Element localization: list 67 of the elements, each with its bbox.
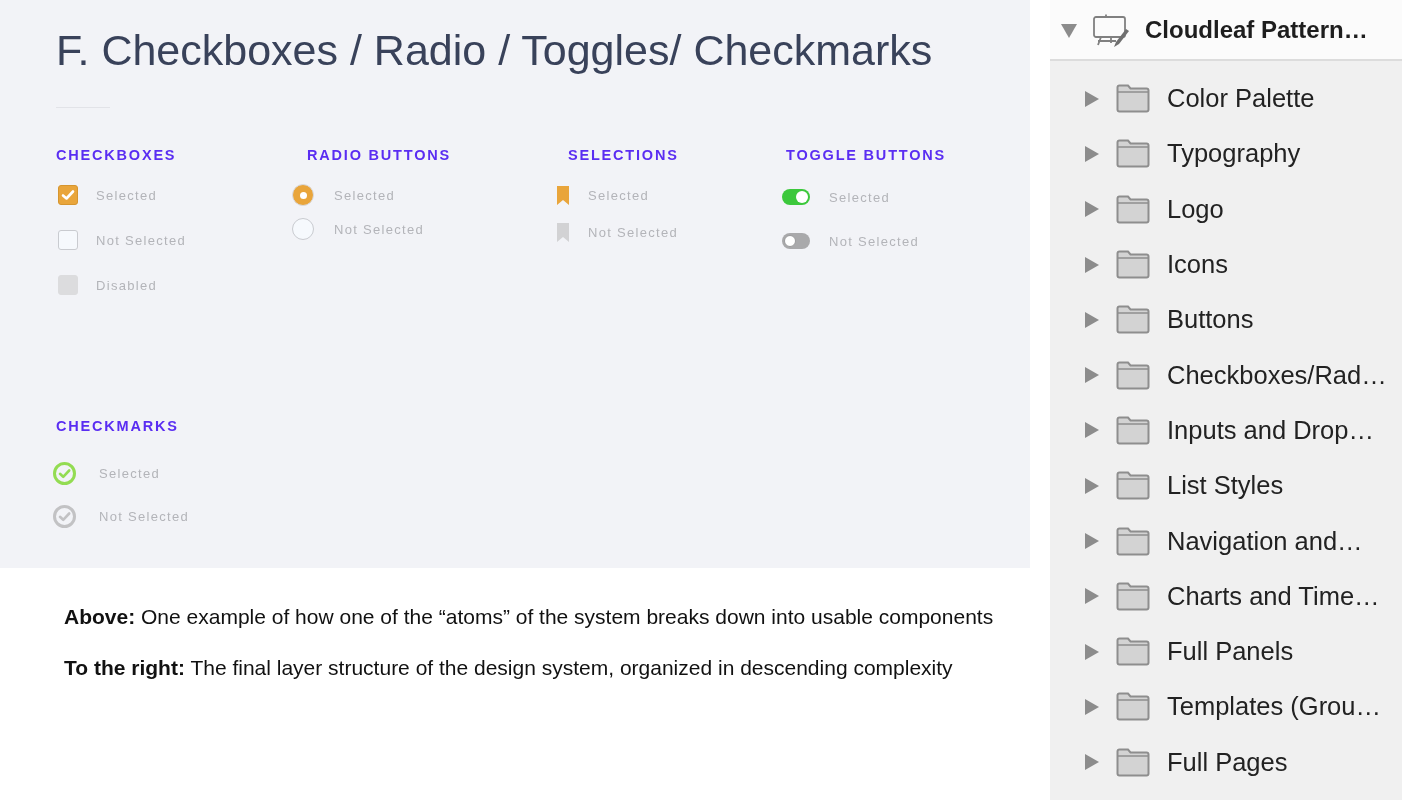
layer-label[interactable]: Logo bbox=[1167, 194, 1224, 224]
caret-right-icon[interactable] bbox=[1084, 89, 1100, 108]
option-label: Not Selected bbox=[96, 232, 187, 248]
section-heading: SELECTIONS bbox=[568, 146, 680, 164]
folder-icon bbox=[1116, 692, 1150, 722]
option-label: Selected bbox=[588, 187, 649, 203]
folder-icon bbox=[1116, 84, 1150, 114]
option-label: Disabled bbox=[96, 277, 157, 293]
section-heading: RADIO BUTTONS bbox=[307, 146, 452, 164]
folder-icon bbox=[1116, 360, 1150, 390]
layer-label[interactable]: Full Pages bbox=[1167, 747, 1288, 777]
caret-right-icon[interactable] bbox=[1084, 144, 1100, 163]
layer-label[interactable]: Color Palette bbox=[1167, 84, 1315, 114]
checkbox[interactable] bbox=[58, 230, 78, 250]
caret-right-icon[interactable] bbox=[1084, 421, 1100, 440]
caption-text: To the right: The final layer structure of the design system, organized in descending complexity bbox=[64, 655, 954, 681]
folder-icon bbox=[1116, 581, 1150, 611]
layer-label[interactable]: Charts and Time… bbox=[1167, 581, 1380, 611]
caret-right-icon[interactable] bbox=[1084, 310, 1100, 329]
option-label: Not Selected bbox=[334, 221, 425, 237]
checkbox[interactable] bbox=[58, 185, 78, 205]
caret-right-icon[interactable] bbox=[1084, 753, 1100, 772]
caret-right-icon[interactable] bbox=[1084, 366, 1100, 385]
layer-label[interactable]: List Styles bbox=[1167, 471, 1284, 501]
folder-icon bbox=[1116, 526, 1150, 556]
caret-right-icon[interactable] bbox=[1084, 697, 1100, 716]
check-icon bbox=[61, 189, 75, 201]
folder-icon bbox=[1116, 637, 1150, 667]
layer-label[interactable]: Typography bbox=[1167, 139, 1301, 169]
layer-label[interactable]: Templates (Grou… bbox=[1167, 692, 1381, 722]
layer-label[interactable]: Navigation and… bbox=[1167, 526, 1363, 556]
option-label: Selected bbox=[829, 189, 890, 205]
caret-right-icon[interactable] bbox=[1084, 532, 1100, 550]
bookmark-icon[interactable] bbox=[557, 185, 569, 205]
option-label: Selected bbox=[334, 187, 395, 203]
layer-label[interactable]: Cloudleaf Pattern… bbox=[1145, 15, 1368, 44]
folder-icon bbox=[1116, 194, 1150, 224]
section-heading: CHECKMARKS bbox=[56, 417, 180, 435]
caret-right-icon[interactable] bbox=[1084, 642, 1100, 661]
page-title: F. Checkboxes / Radio / Toggles/ Checkmarks bbox=[56, 26, 934, 74]
layer-label[interactable]: Inputs and Drop… bbox=[1167, 415, 1374, 445]
radio-button[interactable] bbox=[292, 218, 314, 240]
layer-label[interactable]: Icons bbox=[1167, 250, 1228, 280]
layer-label[interactable]: Buttons bbox=[1167, 305, 1254, 335]
caption-text: Above: One example of how one of the “atoms” of the system breaks down into usable components bbox=[64, 604, 995, 630]
folder-icon bbox=[1116, 305, 1150, 335]
folder-icon bbox=[1116, 250, 1150, 280]
section-heading: CHECKBOXES bbox=[56, 146, 178, 164]
option-label: Not Selected bbox=[829, 233, 920, 249]
option-label: Selected bbox=[96, 187, 157, 203]
folder-icon bbox=[1116, 747, 1150, 777]
layer-label[interactable]: Checkboxes/Rad… bbox=[1167, 360, 1387, 390]
folder-icon bbox=[1116, 415, 1150, 445]
radio-button[interactable] bbox=[292, 184, 314, 206]
option-label: Not Selected bbox=[99, 508, 190, 524]
option-label: Not Selected bbox=[588, 224, 679, 240]
option-label: Selected bbox=[99, 465, 160, 481]
folder-icon bbox=[1116, 471, 1150, 501]
caret-right-icon[interactable] bbox=[1084, 587, 1100, 606]
toggle-switch[interactable] bbox=[782, 189, 810, 205]
layer-label[interactable]: Full Panels bbox=[1167, 637, 1294, 667]
section-heading: TOGGLE BUTTONS bbox=[786, 146, 947, 164]
folder-icon bbox=[1116, 139, 1150, 169]
toggle-switch[interactable] bbox=[782, 233, 810, 249]
caret-right-icon[interactable] bbox=[1084, 200, 1100, 219]
caret-right-icon[interactable] bbox=[1084, 476, 1100, 495]
caret-right-icon[interactable] bbox=[1084, 255, 1100, 274]
